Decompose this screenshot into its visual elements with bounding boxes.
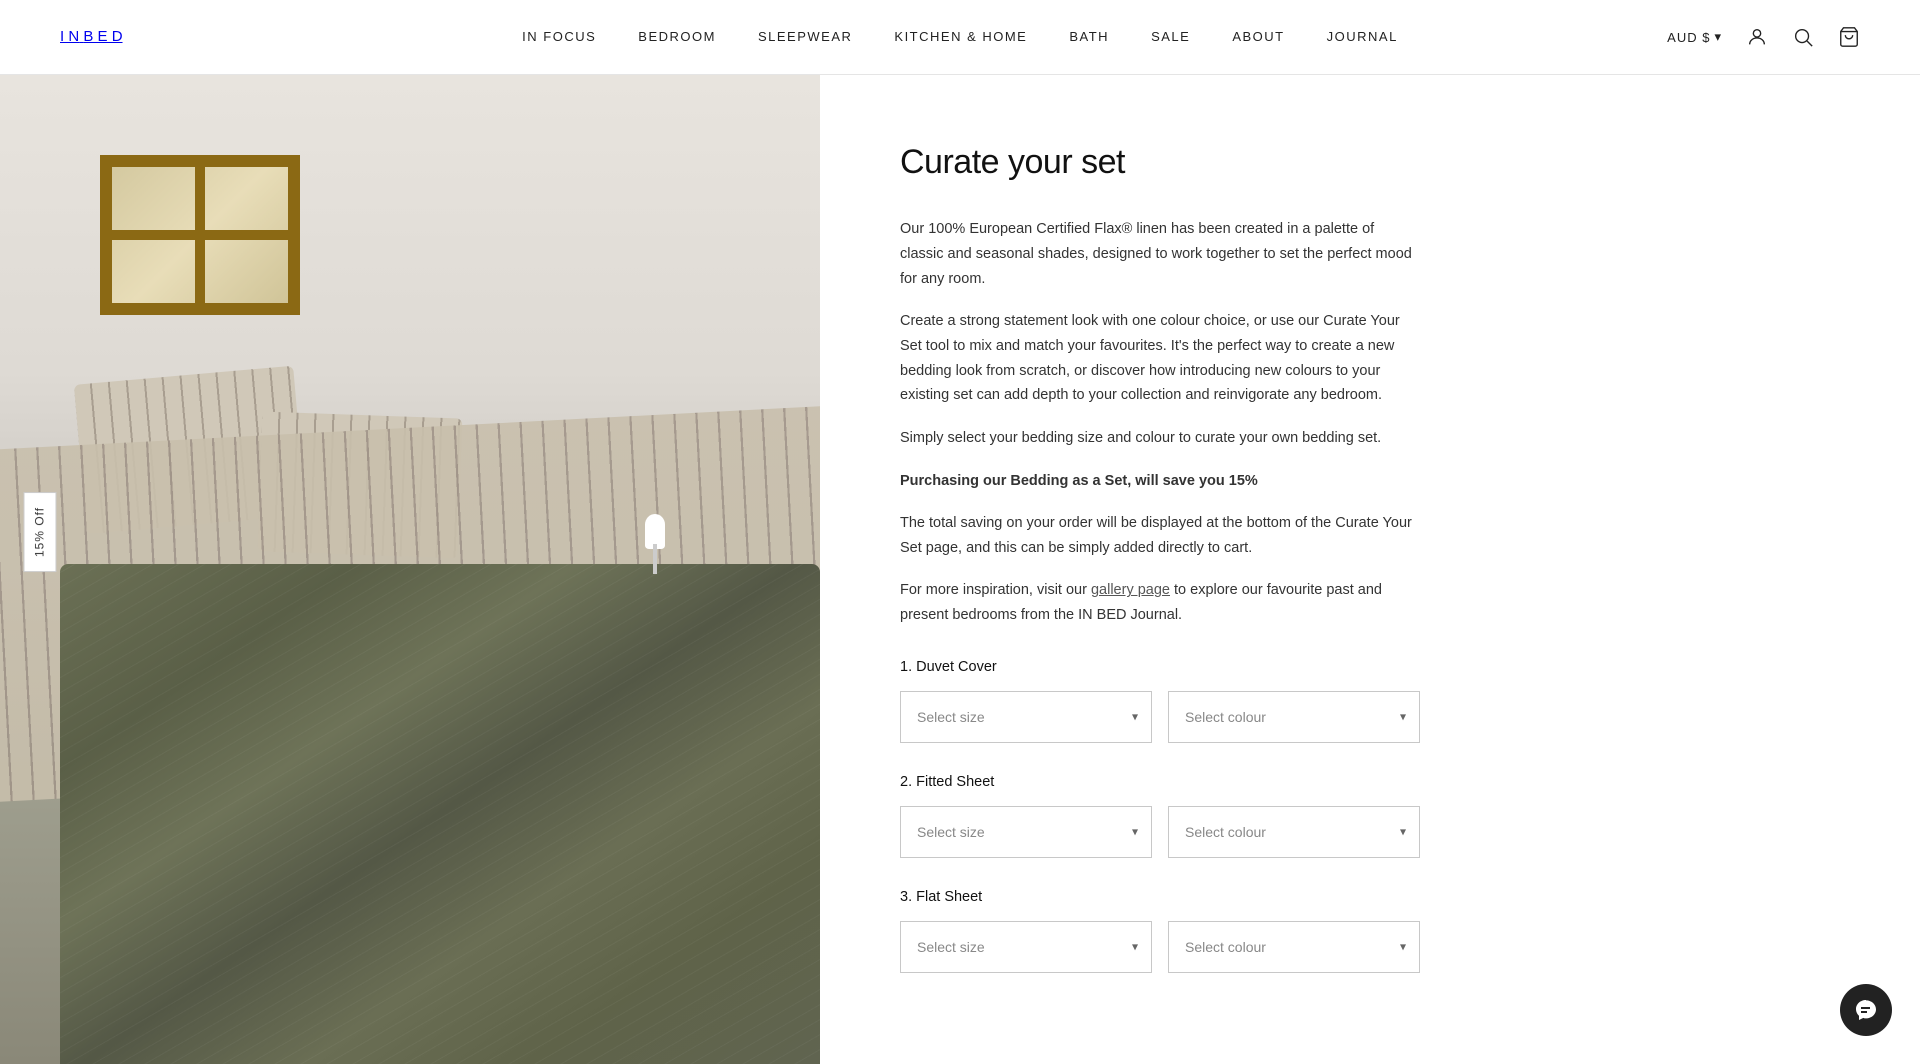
description-4: The total saving on your order will be d…	[900, 511, 1420, 560]
size-select-0[interactable]: Select sizeSingleDoubleQueenKingSuper Ki…	[900, 691, 1152, 743]
nav-item-sale[interactable]: SALE	[1151, 27, 1190, 48]
currency-chevron-icon: ▾	[1714, 29, 1722, 45]
size-wrapper-2: Select sizeSingleDoubleQueenKingSuper Ki…	[900, 921, 1152, 973]
account-button[interactable]	[1746, 26, 1768, 48]
nav-item-journal[interactable]: JOURNAL	[1327, 27, 1398, 48]
size-wrapper-0: Select sizeSingleDoubleQueenKingSuper Ki…	[900, 691, 1152, 743]
saving-text: Purchasing our Bedding as a Set, will sa…	[900, 469, 1420, 494]
logo-line1: I N	[60, 28, 79, 45]
colour-wrapper-1: Select colourWhiteOatmealSageOliveSlateB…	[1168, 806, 1420, 858]
gallery-link[interactable]: gallery page	[1091, 582, 1170, 598]
size-select-2[interactable]: Select sizeSingleDoubleQueenKingSuper Ki…	[900, 921, 1152, 973]
currency-selector[interactable]: AUD $ ▾	[1667, 29, 1722, 45]
nav-item-in-focus[interactable]: IN FOCUS	[522, 27, 596, 48]
window-decoration	[100, 155, 300, 315]
selector-row-0: Select sizeSingleDoubleQueenKingSuper Ki…	[900, 691, 1420, 743]
colour-select-1[interactable]: Select colourWhiteOatmealSageOliveSlateB…	[1168, 806, 1420, 858]
chat-button[interactable]	[1840, 984, 1892, 1036]
sidebar-promo-label: 15% Off	[32, 507, 46, 557]
product-image	[0, 75, 820, 1064]
cart-icon	[1838, 26, 1860, 48]
search-button[interactable]	[1792, 26, 1814, 48]
product-sections: 1. Duvet Cover Select sizeSingleDoubleQue…	[900, 656, 1850, 974]
nav-item-kitchen---home[interactable]: KITCHEN & HOME	[894, 27, 1027, 48]
colour-select-2[interactable]: Select colourWhiteOatmealSageOliveSlateB…	[1168, 921, 1420, 973]
main-nav: IN FOCUS BEDROOM SLEEPWEAR KITCHEN & HOME BA…	[522, 27, 1398, 48]
bed-decoration	[30, 414, 820, 1064]
search-icon	[1792, 26, 1814, 48]
duvet-decoration	[60, 564, 820, 1064]
gallery-link-text: gallery page	[1091, 582, 1170, 598]
logo[interactable]: I N B E D	[60, 25, 123, 49]
section-label-2: 3. Flat Sheet	[900, 886, 1850, 909]
product-info-section: Curate your set Our 100% European Certif…	[820, 75, 1920, 1064]
selector-row-1: Select sizeSingleDoubleQueenKingSuper Ki…	[900, 806, 1420, 858]
product-image-section	[0, 75, 820, 1064]
chat-icon	[1854, 998, 1878, 1022]
selector-row-2: Select sizeSingleDoubleQueenKingSuper Ki…	[900, 921, 1420, 973]
section-label-1: 2. Fitted Sheet	[900, 771, 1850, 794]
currency-label: AUD $	[1667, 30, 1710, 45]
nav-item-about[interactable]: ABOUT	[1232, 27, 1284, 48]
main-content: Curate your set Our 100% European Certif…	[0, 75, 1920, 1064]
description-5: For more inspiration, visit our gallery …	[900, 578, 1420, 627]
header-right: AUD $ ▾	[1667, 26, 1860, 48]
nav-item-bedroom[interactable]: BEDROOM	[638, 27, 716, 48]
cart-button[interactable]	[1838, 26, 1860, 48]
size-select-1[interactable]: Select sizeSingleDoubleQueenKingSuper Ki…	[900, 806, 1152, 858]
description-5-prefix: For more inspiration, visit our	[900, 582, 1091, 598]
nav-item-bath[interactable]: BATH	[1069, 27, 1109, 48]
colour-wrapper-0: Select colourWhiteOatmealSageOliveSlateB…	[1168, 691, 1420, 743]
page-title: Curate your set	[900, 135, 1850, 189]
section-label-0: 1. Duvet Cover	[900, 656, 1850, 679]
description-2: Create a strong statement look with one …	[900, 309, 1420, 408]
account-icon	[1746, 26, 1768, 48]
sidebar-promo[interactable]: 15% Off	[23, 492, 56, 572]
lamp-decoration	[640, 514, 670, 574]
size-wrapper-1: Select sizeSingleDoubleQueenKingSuper Ki…	[900, 806, 1152, 858]
description-3: Simply select your bedding size and colo…	[900, 426, 1420, 451]
header: I N B E D IN FOCUS BEDROOM SLEEPWEAR KITCHE…	[0, 0, 1920, 75]
colour-select-0[interactable]: Select colourWhiteOatmealSageOliveSlateB…	[1168, 691, 1420, 743]
nav-item-sleepwear[interactable]: SLEEPWEAR	[758, 27, 852, 48]
colour-wrapper-2: Select colourWhiteOatmealSageOliveSlateB…	[1168, 921, 1420, 973]
description-1: Our 100% European Certified Flax® linen …	[900, 217, 1420, 291]
logo-line2: B E D	[83, 28, 122, 45]
saving-bold: Purchasing our Bedding as a Set, will sa…	[900, 473, 1258, 489]
